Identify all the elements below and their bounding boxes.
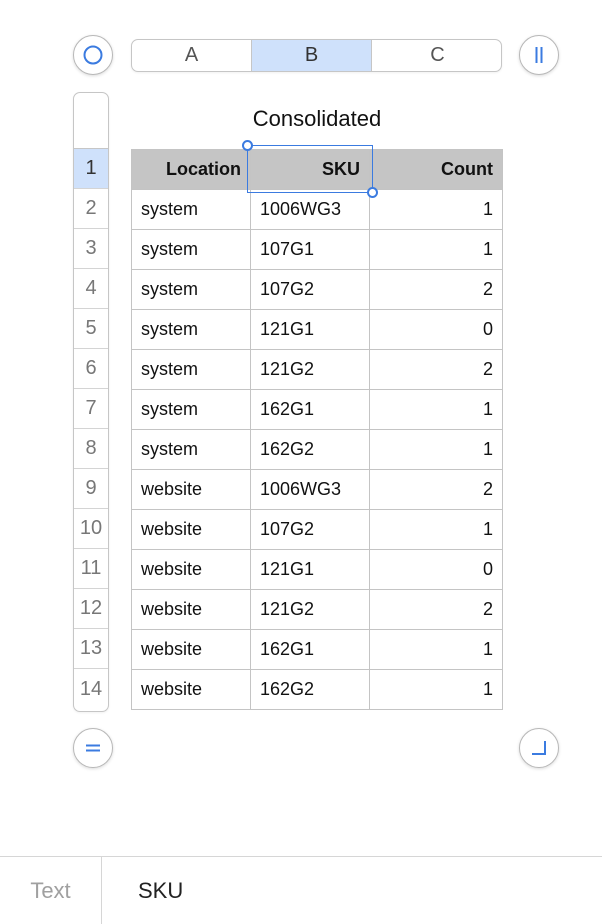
circle-icon <box>83 45 103 65</box>
row-header-10[interactable]: 10 <box>74 509 108 549</box>
table-row: website 121G2 2 <box>131 589 503 630</box>
cell-sku[interactable]: 107G1 <box>250 229 370 270</box>
add-row-button[interactable] <box>73 728 113 768</box>
row-header-2[interactable]: 2 <box>74 189 108 229</box>
cell-location[interactable]: system <box>131 229 251 270</box>
row-header-13[interactable]: 13 <box>74 629 108 669</box>
cell-location[interactable]: website <box>131 589 251 630</box>
select-all-button[interactable] <box>73 35 113 75</box>
cell-location[interactable]: website <box>131 629 251 670</box>
row-header-4[interactable]: 4 <box>74 269 108 309</box>
cell-location[interactable]: system <box>131 429 251 470</box>
row-header-11[interactable]: 11 <box>74 549 108 589</box>
table-row: system 107G1 1 <box>131 229 503 270</box>
cell-location[interactable]: website <box>131 509 251 550</box>
cell-count[interactable]: 2 <box>369 589 503 630</box>
table-row: website 162G1 1 <box>131 629 503 670</box>
cell-sku[interactable]: 1006WG3 <box>250 189 370 230</box>
row-header-7[interactable]: 7 <box>74 389 108 429</box>
cell-sku[interactable]: 1006WG3 <box>250 469 370 510</box>
cell-sku[interactable]: 121G2 <box>250 349 370 390</box>
freeze-columns-button[interactable] <box>519 35 559 75</box>
cell-count[interactable]: 2 <box>369 469 503 510</box>
cell-location[interactable]: system <box>131 349 251 390</box>
cell-location[interactable]: system <box>131 309 251 350</box>
table-row: website 107G2 1 <box>131 509 503 550</box>
cell-location[interactable]: website <box>131 549 251 590</box>
data-table: Location SKU Count system 1006WG3 1 system 107… <box>131 149 503 710</box>
header-cell-location[interactable]: Location <box>131 149 251 190</box>
table-row: system 121G2 2 <box>131 349 503 390</box>
cell-sku[interactable]: 162G2 <box>250 429 370 470</box>
equals-icon <box>86 744 100 752</box>
cell-count[interactable]: 0 <box>369 549 503 590</box>
table-row: website 1006WG3 2 <box>131 469 503 510</box>
cell-sku[interactable]: 162G1 <box>250 389 370 430</box>
cell-location[interactable]: system <box>131 189 251 230</box>
cell-sku[interactable]: 162G2 <box>250 669 370 710</box>
row-header-14[interactable]: 14 <box>74 669 108 709</box>
cell-sku[interactable]: 107G2 <box>250 269 370 310</box>
column-header-b[interactable]: B <box>252 40 372 71</box>
header-cell-sku[interactable]: SKU <box>250 149 370 190</box>
cell-count[interactable]: 0 <box>369 309 503 350</box>
cell-location[interactable]: website <box>131 669 251 710</box>
header-row: Location SKU Count <box>131 149 503 190</box>
table-row: system 162G1 1 <box>131 389 503 430</box>
row-header-9[interactable]: 9 <box>74 469 108 509</box>
cell-sku[interactable]: 121G1 <box>250 549 370 590</box>
table-row: system 1006WG3 1 <box>131 189 503 230</box>
row-header-1[interactable]: 1 <box>74 149 108 189</box>
header-cell-count[interactable]: Count <box>369 149 503 190</box>
cell-count[interactable]: 2 <box>369 269 503 310</box>
resize-table-button[interactable] <box>519 728 559 768</box>
cell-sku[interactable]: 107G2 <box>250 509 370 550</box>
row-header-8[interactable]: 8 <box>74 429 108 469</box>
table-row: system 107G2 2 <box>131 269 503 310</box>
row-header-5[interactable]: 5 <box>74 309 108 349</box>
cell-count[interactable]: 1 <box>369 229 503 270</box>
table-row: system 162G2 1 <box>131 429 503 470</box>
freeze-columns-icon <box>535 47 543 63</box>
column-header-a[interactable]: A <box>132 40 252 71</box>
cell-count[interactable]: 1 <box>369 429 503 470</box>
cell-location[interactable]: website <box>131 469 251 510</box>
table-row: system 121G1 0 <box>131 309 503 350</box>
row-header-spacer <box>74 93 108 149</box>
cell-content-field[interactable]: SKU <box>138 857 183 924</box>
table-row: website 162G2 1 <box>131 669 503 710</box>
cell-count[interactable]: 1 <box>369 389 503 430</box>
corner-resize-icon <box>532 741 546 755</box>
row-header-bar: 1 2 3 4 5 6 7 8 9 10 11 12 13 14 <box>73 92 109 712</box>
cell-location[interactable]: system <box>131 269 251 310</box>
format-label[interactable]: Text <box>0 857 102 924</box>
column-header-bar: ABC <box>131 39 502 72</box>
cell-count[interactable]: 1 <box>369 669 503 710</box>
table-row: website 121G1 0 <box>131 549 503 590</box>
row-header-12[interactable]: 12 <box>74 589 108 629</box>
cell-format-bar: Text SKU <box>0 856 602 924</box>
cell-sku[interactable]: 162G1 <box>250 629 370 670</box>
cell-count[interactable]: 2 <box>369 349 503 390</box>
row-header-3[interactable]: 3 <box>74 229 108 269</box>
table-title[interactable]: Consolidated <box>131 106 503 132</box>
row-header-6[interactable]: 6 <box>74 349 108 389</box>
column-header-c[interactable]: C <box>372 40 501 71</box>
cell-sku[interactable]: 121G1 <box>250 309 370 350</box>
cell-count[interactable]: 1 <box>369 509 503 550</box>
cell-count[interactable]: 1 <box>369 189 503 230</box>
cell-sku[interactable]: 121G2 <box>250 589 370 630</box>
cell-count[interactable]: 1 <box>369 629 503 670</box>
cell-location[interactable]: system <box>131 389 251 430</box>
